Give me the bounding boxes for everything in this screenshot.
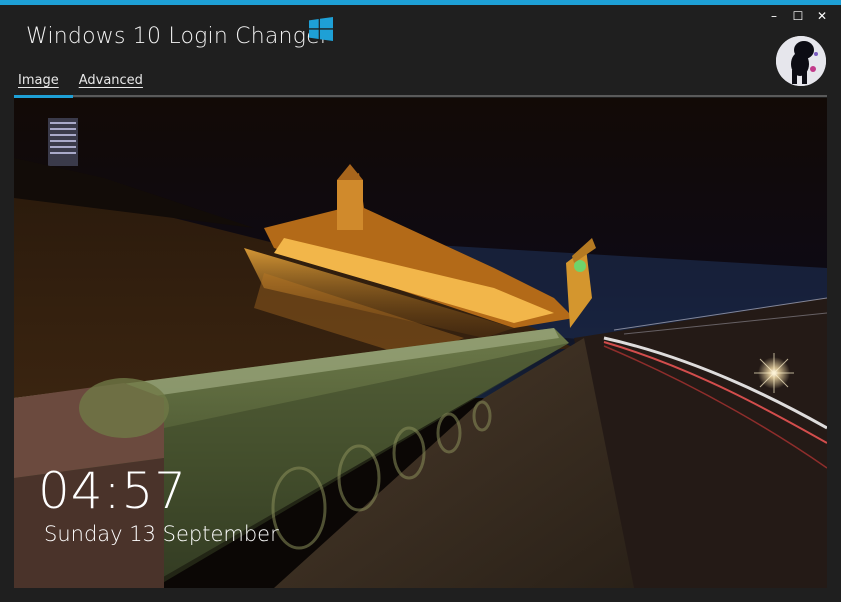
close-button[interactable]: ✕ bbox=[813, 9, 831, 23]
window-controls: – ☐ ✕ bbox=[765, 9, 831, 23]
lockscreen-time: 04:57 bbox=[38, 462, 188, 520]
window-accent-bar bbox=[0, 0, 841, 5]
lockscreen-preview: 04:57 Sunday 13 September bbox=[14, 98, 827, 588]
app-title: Windows 10 Login Changer bbox=[26, 24, 330, 49]
maximize-button[interactable]: ☐ bbox=[789, 9, 807, 23]
tab-bar: Image Advanced bbox=[18, 73, 143, 88]
windows-logo-icon bbox=[309, 17, 333, 41]
user-avatar[interactable] bbox=[776, 36, 826, 86]
dog-avatar-icon bbox=[776, 36, 826, 86]
tab-advanced[interactable]: Advanced bbox=[79, 73, 143, 88]
lockscreen-date: Sunday 13 September bbox=[44, 522, 279, 546]
minimize-button[interactable]: – bbox=[765, 9, 783, 23]
tab-image[interactable]: Image bbox=[18, 73, 59, 88]
tab-divider bbox=[14, 95, 827, 97]
